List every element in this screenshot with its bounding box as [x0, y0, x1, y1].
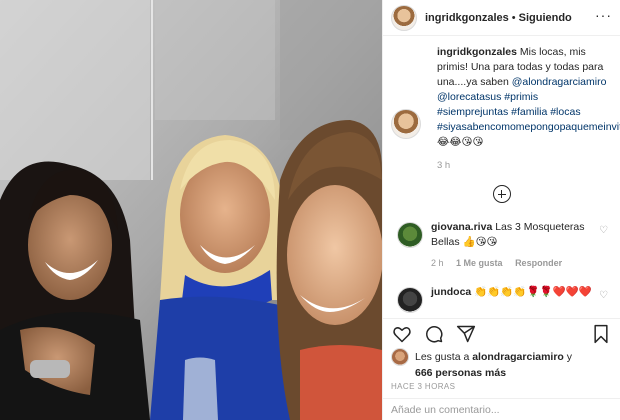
add-comment-input[interactable] [391, 403, 612, 416]
caption-author-avatar[interactable] [391, 109, 421, 139]
comment-heart-icon[interactable]: ♡ [599, 223, 608, 238]
caption-text: ingridkgonzales Mis locas, mis primis! U… [437, 45, 620, 150]
add-comment-bar [383, 398, 620, 420]
comment-username[interactable]: giovana.riva [431, 221, 492, 233]
liker-username[interactable]: alondragarciamiro [472, 350, 564, 364]
likes-summary: Les gusta a alondragarciamiro y 666 pers… [391, 348, 612, 380]
post-actions [383, 318, 620, 348]
share-button[interactable] [455, 323, 477, 345]
comment-item: giovana.riva Las 3 Mosqueteras Bellas 👍😘… [391, 220, 612, 271]
share-icon [456, 325, 476, 342]
photo-illustration [0, 0, 382, 420]
comments-list[interactable]: ingridkgonzales Mis locas, mis primis! U… [383, 37, 620, 317]
save-button[interactable] [590, 323, 612, 345]
more-options-icon[interactable]: ··· [595, 8, 612, 22]
mention-alondragarciamiro[interactable]: @alondragarciamiro [512, 76, 607, 88]
likes-prefix: Les gusta a [415, 351, 470, 363]
post-side-panel: ingridkgonzales • Siguiendo ··· ingridkg… [382, 0, 620, 420]
author-avatar[interactable] [391, 4, 417, 31]
caption-username[interactable]: ingridkgonzales [437, 46, 517, 58]
post-photo[interactable] [0, 0, 382, 420]
comment-time[interactable]: 2 h [431, 258, 444, 268]
comment-likes[interactable]: 1 Me gusta [456, 258, 503, 268]
comment-item: jundoca 👏👏👏👏🌹🌹❤️❤️❤️ ♡ [391, 285, 612, 313]
comment-icon [426, 325, 443, 343]
commenter-avatar[interactable] [397, 287, 423, 313]
bookmark-icon [594, 324, 608, 343]
plus-circle-icon[interactable] [492, 185, 511, 203]
likes-others-count[interactable]: 666 personas más [415, 367, 506, 379]
caption-time[interactable]: 3 h [437, 160, 612, 171]
liker-avatar[interactable] [391, 348, 409, 366]
commenter-avatar[interactable] [397, 222, 423, 248]
post-timestamp[interactable]: HACE 3 HORAS [391, 382, 455, 391]
comment-meta: 2 h 1 Me gusta Responder [431, 256, 612, 271]
like-button[interactable] [391, 323, 413, 345]
comment-heart-icon[interactable]: ♡ [599, 288, 608, 303]
caption-emoji: 😂😂😘😘 [437, 136, 484, 148]
mention-lorecatasus[interactable]: @lorecatasus [437, 91, 501, 103]
likes-connector: y [566, 351, 573, 363]
heart-icon [393, 326, 411, 342]
reply-button[interactable]: Responder [515, 258, 562, 268]
separator-dot: • [511, 11, 516, 24]
comment-username[interactable]: jundoca [431, 286, 471, 298]
comment-text: 👏👏👏👏🌹🌹❤️❤️❤️ [474, 286, 592, 298]
author-username[interactable]: ingridkgonzales [425, 12, 509, 24]
comment-button[interactable] [423, 323, 445, 345]
load-more-comments[interactable] [391, 185, 612, 206]
following-status[interactable]: Siguiendo [519, 12, 572, 24]
caption: ingridkgonzales Mis locas, mis primis! U… [391, 45, 620, 171]
post-header: ingridkgonzales • Siguiendo ··· [383, 0, 620, 36]
